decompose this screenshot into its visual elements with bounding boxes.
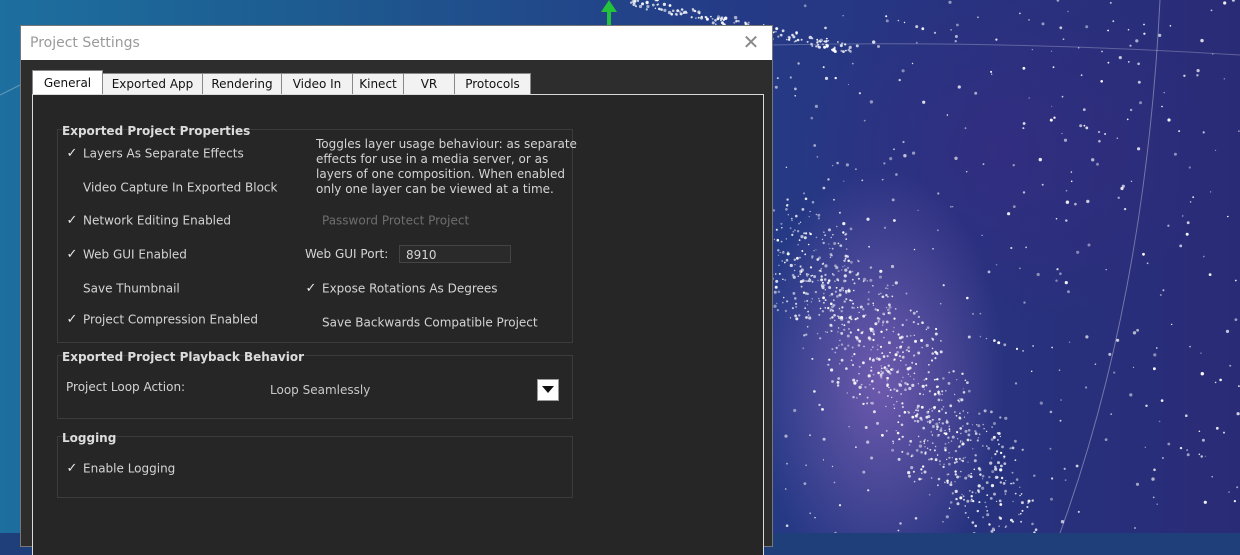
close-icon[interactable]: ✕ xyxy=(740,31,762,53)
checkbox[interactable] xyxy=(304,316,318,330)
tab-exported-app[interactable]: Exported App xyxy=(102,73,203,95)
checkbox[interactable]: ✓ xyxy=(65,247,79,262)
network-editing-enabled-option[interactable]: ✓ Network Editing Enabled xyxy=(65,213,231,231)
web-gui-enabled-option[interactable]: ✓ Web GUI Enabled xyxy=(65,247,187,265)
tab-rendering[interactable]: Rendering xyxy=(202,73,282,95)
tab-video-in[interactable]: Video In xyxy=(281,73,353,95)
tab-protocols[interactable]: Protocols xyxy=(454,73,531,95)
project-loop-action-label: Project Loop Action: xyxy=(66,380,186,394)
project-compression-enabled-option[interactable]: ✓ Project Compression Enabled xyxy=(65,312,259,330)
expose-rotations-as-degrees-option[interactable]: ✓ Expose Rotations As Degrees xyxy=(304,281,498,299)
checkbox[interactable] xyxy=(65,181,79,195)
tab-general[interactable]: General xyxy=(32,70,103,95)
tab-vr[interactable]: VR xyxy=(403,73,455,95)
general-tab-content: Exported Project Properties ✓ Layers As S… xyxy=(32,94,764,555)
checkbox[interactable] xyxy=(65,282,79,296)
checkbox[interactable]: ✓ xyxy=(65,461,79,476)
web-gui-port-input[interactable]: 8910 xyxy=(399,245,511,263)
section-title: Exported Project Playback Behavior xyxy=(62,350,305,364)
project-loop-action-select[interactable]: Loop Seamlessly xyxy=(270,383,370,397)
video-capture-in-exported-block-option[interactable]: Video Capture In Exported Block xyxy=(65,180,277,198)
save-thumbnail-option[interactable]: Save Thumbnail xyxy=(65,281,180,299)
chevron-down-icon[interactable] xyxy=(537,379,559,401)
save-backwards-compatible-project-option[interactable]: Save Backwards Compatible Project xyxy=(304,315,538,333)
green-arrow-stem xyxy=(607,10,611,25)
web-gui-port-label: Web GUI Port: xyxy=(305,247,389,261)
checkbox[interactable]: ✓ xyxy=(65,146,79,161)
section-title: Logging xyxy=(62,431,117,445)
checkbox[interactable]: ✓ xyxy=(65,312,79,327)
option-description: Toggles layer usage behaviour: as separa… xyxy=(316,137,577,196)
enable-logging-option[interactable]: ✓ Enable Logging xyxy=(65,461,176,479)
layers-as-separate-effects-option[interactable]: ✓ Layers As Separate Effects xyxy=(65,146,244,164)
checkbox[interactable]: ✓ xyxy=(65,213,79,228)
dialog-title: Project Settings xyxy=(30,35,140,51)
checkbox[interactable]: ✓ xyxy=(304,281,318,296)
checkbox xyxy=(304,214,318,228)
title-bar[interactable]: Project Settings ✕ xyxy=(21,26,772,60)
project-settings-dialog: Project Settings ✕ General Exported App … xyxy=(20,25,773,555)
section-title: Exported Project Properties xyxy=(62,124,251,138)
password-protect-project-option: Password Protect Project xyxy=(304,213,469,231)
tab-kinect[interactable]: Kinect xyxy=(352,73,404,95)
